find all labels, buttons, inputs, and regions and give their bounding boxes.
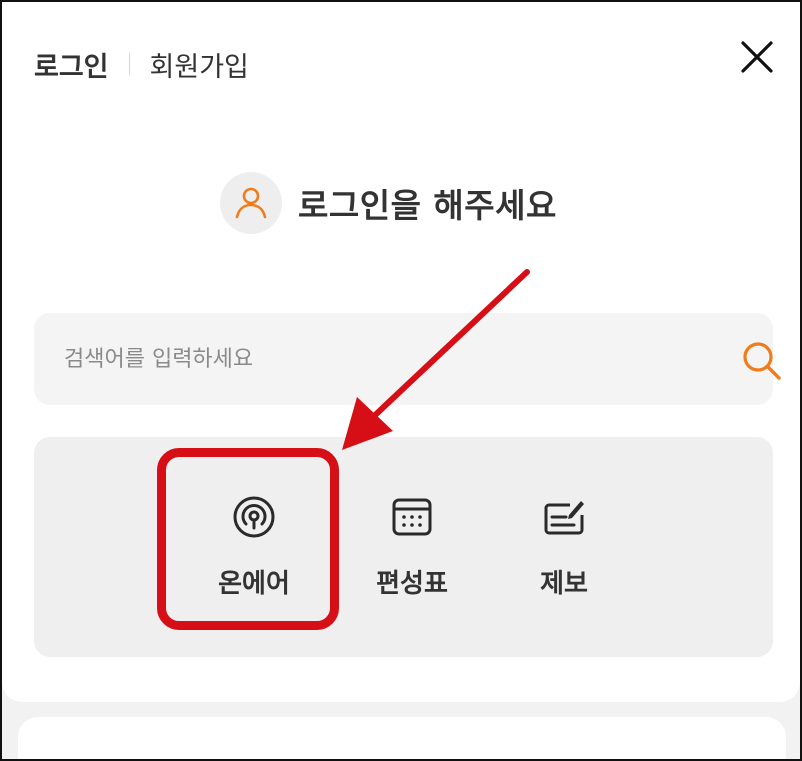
menu-item-onair[interactable]: 온에어 <box>194 495 314 615</box>
avatar <box>220 172 282 234</box>
signup-link[interactable]: 회원가입 <box>150 45 249 84</box>
next-section-card <box>18 717 786 761</box>
schedule-calendar-icon <box>392 498 432 536</box>
search-icon <box>743 342 781 380</box>
menu-item-schedule[interactable]: 편성표 <box>352 495 472 615</box>
report-pen-icon <box>544 501 584 535</box>
login-link[interactable]: 로그인 <box>34 45 109 84</box>
nav-divider <box>128 53 130 75</box>
close-button[interactable] <box>736 36 778 78</box>
login-prompt[interactable]: 로그인을 해주세요 <box>220 172 557 234</box>
menu-item-label: 온에어 <box>218 569 290 599</box>
auth-nav: 로그인 회원가입 <box>34 44 249 84</box>
menu-item-label: 편성표 <box>376 569 448 599</box>
search-button[interactable] <box>738 337 784 383</box>
search-input[interactable] <box>64 333 704 385</box>
close-icon <box>741 41 773 73</box>
login-prompt-text: 로그인을 해주세요 <box>298 186 557 225</box>
user-icon <box>235 187 267 219</box>
search-bar <box>34 313 781 405</box>
menu-item-report[interactable]: 제보 <box>504 495 624 615</box>
menu-item-label: 제보 <box>540 569 588 599</box>
on-air-broadcast-icon <box>233 496 275 538</box>
side-menu-panel: 로그인 회원가입 로그인을 해주세요 검색어를 입력하세요 온에어 편성표 제보 <box>2 2 800 702</box>
quick-menu: 온에어 편성표 제보 <box>34 437 773 657</box>
